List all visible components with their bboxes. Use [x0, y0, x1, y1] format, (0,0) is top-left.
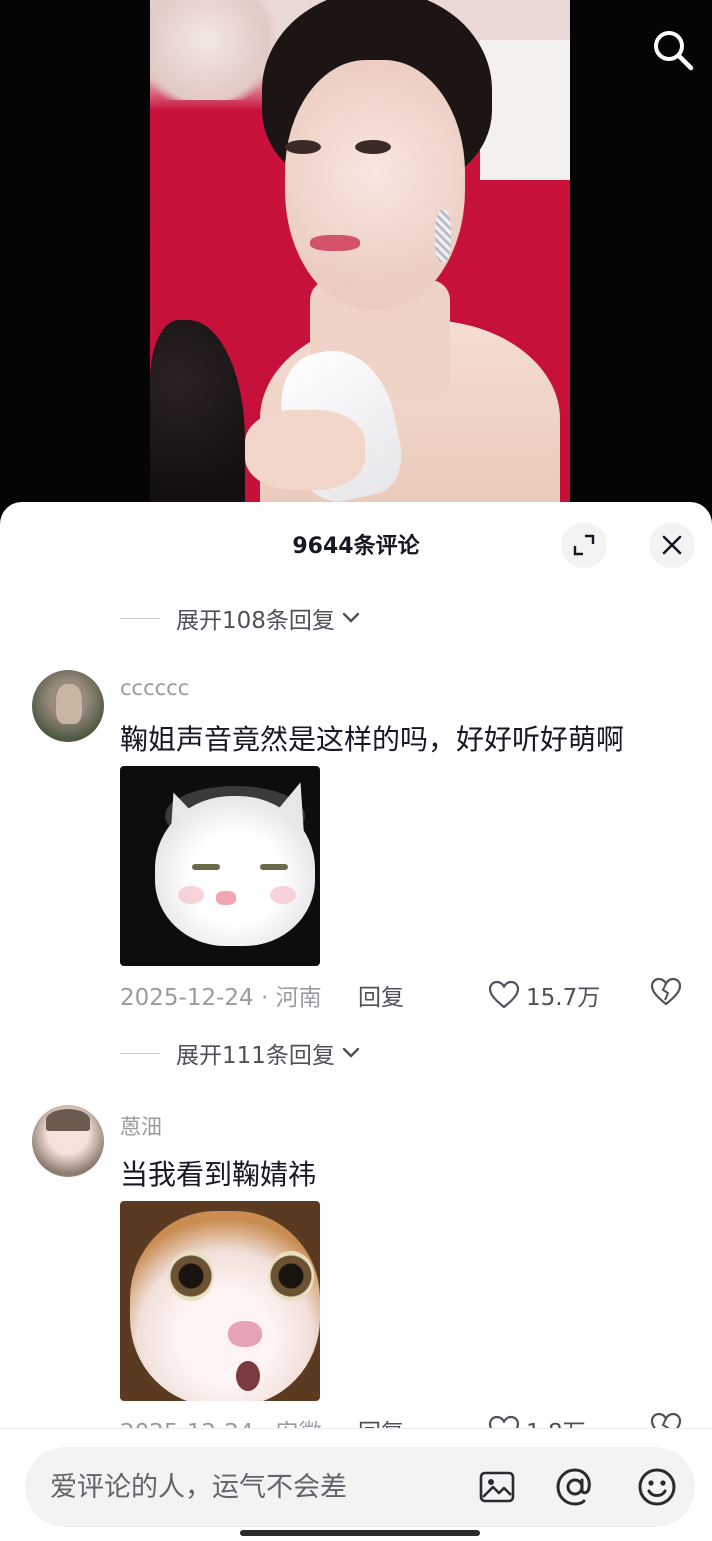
heart-icon: [488, 980, 520, 1009]
sheet-header: 9644条评论: [0, 502, 712, 588]
expand-replies-label: 展开111条回复: [176, 1043, 335, 1069]
search-icon: [654, 31, 694, 71]
divider: [120, 617, 160, 619]
emoji-icon: [638, 1468, 676, 1506]
dislike-button[interactable]: [650, 977, 682, 1013]
home-indicator[interactable]: [240, 1530, 480, 1536]
like-button[interactable]: 15.7万: [488, 978, 600, 1012]
image-button[interactable]: [475, 1465, 519, 1509]
video-player[interactable]: [0, 0, 712, 520]
expand-button[interactable]: [561, 522, 607, 568]
comment-sticker-image[interactable]: [120, 766, 320, 966]
comment-username[interactable]: cccccc: [120, 676, 189, 700]
mention-button[interactable]: [553, 1465, 597, 1509]
emoji-button[interactable]: [635, 1465, 679, 1509]
search-button[interactable]: [645, 22, 701, 78]
chevron-down-icon: [342, 612, 360, 623]
comment-text: 鞠姐声音竟然是这样的吗，好好听好萌啊: [120, 723, 625, 756]
broken-heart-icon: [650, 977, 682, 1006]
comment-sheet: 9644条评论 展开108条回复 cccccc 鞠姐声音竟然是这样的吗，好好听好…: [0, 502, 712, 1541]
close-button[interactable]: [649, 522, 695, 568]
comment-input[interactable]: [50, 1447, 470, 1527]
expand-replies-button[interactable]: 展开108条回复: [120, 601, 361, 635]
chevron-down-icon: [342, 1047, 360, 1058]
video-frame: [150, 0, 570, 520]
comment-date-location: 2025-12-24 · 河南: [120, 985, 322, 1011]
avatar[interactable]: [32, 670, 104, 742]
avatar[interactable]: [32, 1105, 104, 1177]
divider: [120, 1052, 160, 1054]
reply-button[interactable]: 回复: [358, 978, 404, 1012]
comment-username[interactable]: 蒽沺: [120, 1111, 162, 1141]
comment-sticker-image[interactable]: [120, 1201, 320, 1401]
expand-replies-label: 展开108条回复: [176, 608, 335, 634]
image-icon: [479, 1471, 515, 1503]
close-icon: [662, 535, 682, 555]
comment-meta: 2025-12-24 · 河南 回复 15.7万: [120, 975, 690, 1015]
comment-input-bar: [0, 1428, 712, 1541]
at-icon: [556, 1468, 591, 1506]
expand-replies-button[interactable]: 展开111条回复: [120, 1036, 361, 1070]
expand-icon: [573, 534, 595, 556]
like-count: 15.7万: [526, 985, 601, 1011]
comment-text: 当我看到鞠婧祎: [120, 1158, 317, 1191]
comment-input-container: [25, 1447, 695, 1527]
